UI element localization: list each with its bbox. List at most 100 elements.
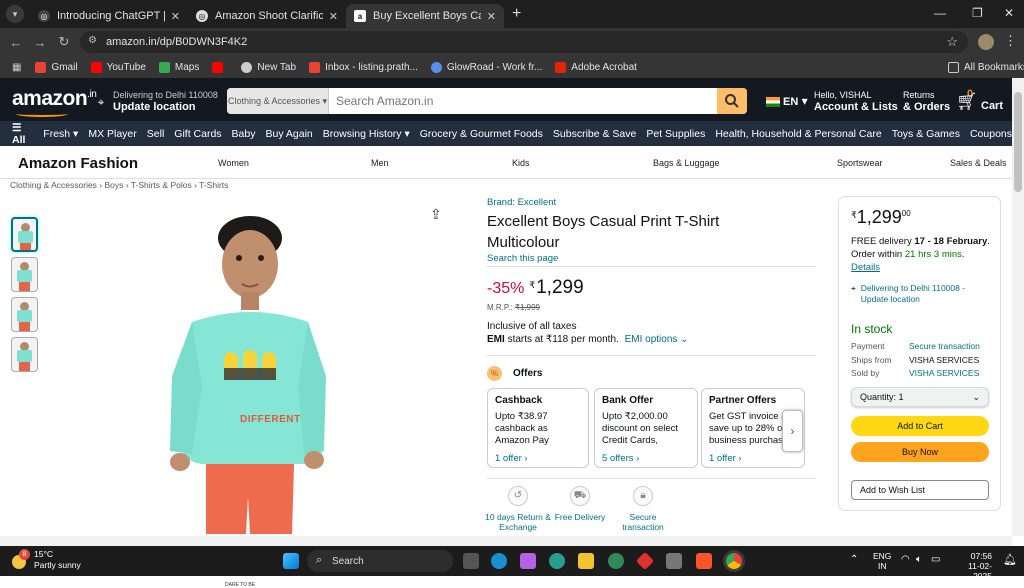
close-tab-icon[interactable]: ✕: [487, 10, 496, 23]
horizontal-scrollbar[interactable]: [0, 536, 1012, 546]
buybox-deliver-to[interactable]: ⌖ Delivering to Delhi 110008 - Update lo…: [851, 283, 993, 305]
bookmark-inbox[interactable]: Inbox - listing.prath...: [309, 61, 418, 73]
tab-search-icon[interactable]: ▾: [6, 5, 24, 23]
account-lists[interactable]: Hello, VISHAL Account & Lists: [814, 89, 898, 113]
add-to-cart-button[interactable]: Add to Cart: [851, 416, 989, 436]
taskbar-search[interactable]: ⌕ Search: [307, 550, 453, 572]
language-indicator[interactable]: ENG IN: [873, 551, 891, 571]
share-icon[interactable]: ⇪: [430, 206, 442, 223]
bookmark-glowroad[interactable]: GlowRoad - Work fr...: [430, 61, 542, 73]
file-explorer-icon[interactable]: [578, 553, 594, 569]
search-category-select[interactable]: Clothing & Accessories ▾: [227, 88, 329, 114]
vertical-scrollbar[interactable]: [1012, 78, 1024, 536]
deliver-to[interactable]: ⌖ Delivering to Delhi 110008 Update loca…: [98, 89, 218, 113]
all-menu-button[interactable]: ☰ All: [12, 122, 33, 146]
notification-bell-icon[interactable]: 🔔︎: [1003, 553, 1017, 566]
bookmark-youtube[interactable]: YouTube: [90, 61, 146, 73]
bookmark-gmail[interactable]: Gmail: [35, 61, 78, 73]
offer-card-cashback[interactable]: Cashback Upto ₹38.97 cashback as Amazon …: [487, 388, 589, 468]
nav-health[interactable]: Health, Household & Personal Care: [715, 128, 881, 140]
url-input[interactable]: ⚙ amazon.in/dp/B0DWN3F4K2 ☆: [80, 31, 968, 53]
feature-returns[interactable]: ↺ 10 days Return & Exchange: [485, 486, 551, 532]
app-icon[interactable]: [635, 551, 655, 571]
nav-toys[interactable]: Toys & Games: [892, 128, 960, 140]
fashion-link-sales[interactable]: Sales & Deals: [950, 158, 1007, 168]
bookmark-maps[interactable]: Maps: [158, 61, 199, 73]
forward-icon[interactable]: →: [28, 35, 52, 50]
tab-amazon-product[interactable]: a Buy Excellent Boys Casual Print ✕: [346, 4, 504, 28]
close-window-icon[interactable]: ✕: [1004, 6, 1014, 20]
offer-link[interactable]: 1 offer ›: [495, 453, 581, 465]
bookmark-acrobat[interactable]: Adobe Acrobat: [555, 61, 637, 73]
nav-fresh[interactable]: Fresh ▾: [43, 128, 78, 140]
thumbnail-2[interactable]: [11, 257, 38, 292]
language-selector[interactable]: EN ▾: [766, 95, 808, 108]
copilot-icon[interactable]: [520, 553, 536, 569]
feature-free-delivery[interactable]: ⛟ Free Delivery: [547, 486, 613, 522]
buy-now-button[interactable]: Buy Now: [851, 442, 989, 462]
profile-avatar[interactable]: [978, 34, 994, 50]
brand-link[interactable]: Brand: Excellent: [487, 197, 556, 208]
search-input[interactable]: [329, 88, 717, 114]
task-view-icon[interactable]: [463, 553, 479, 569]
offer-link[interactable]: 1 offer ›: [709, 453, 797, 465]
offer-link[interactable]: 5 offers ›: [602, 453, 690, 465]
fashion-link-men[interactable]: Men: [371, 158, 389, 168]
fashion-link-bags[interactable]: Bags & Luggage: [653, 158, 720, 168]
nav-gift-cards[interactable]: Gift Cards: [174, 128, 221, 140]
battery-icon[interactable]: ▭: [931, 554, 940, 565]
fashion-link-kids[interactable]: Kids: [512, 158, 530, 168]
fashion-link-women[interactable]: Women: [218, 158, 249, 168]
search-button[interactable]: [717, 88, 747, 114]
nav-mx-player[interactable]: MX Player: [88, 128, 136, 140]
nav-subscribe-save[interactable]: Subscribe & Save: [553, 128, 636, 140]
wifi-icon[interactable]: ◠: [901, 554, 910, 565]
clock[interactable]: 07:56 11-02-2025: [952, 551, 992, 581]
menu-icon[interactable]: ⋮: [1004, 33, 1017, 49]
quantity-select[interactable]: Quantity: 1 ⌄: [851, 387, 989, 407]
reload-icon[interactable]: ↻: [52, 34, 76, 50]
product-main-image[interactable]: ⇪ DARE TO BE DIFFERENT: [42, 196, 456, 588]
add-to-wishlist-button[interactable]: Add to Wish List: [851, 480, 989, 500]
nav-pet-supplies[interactable]: Pet Supplies: [646, 128, 705, 140]
site-settings-icon[interactable]: ⚙: [88, 35, 97, 46]
nav-coupons[interactable]: Coupons: [970, 128, 1012, 140]
breadcrumb[interactable]: Clothing & Accessories › Boys › T-Shirts…: [10, 180, 228, 190]
windows-start-icon[interactable]: [283, 553, 299, 569]
weather-widget[interactable]: 8 15°C Partly sunny: [12, 549, 81, 571]
brave-icon[interactable]: [696, 553, 712, 569]
app-icon[interactable]: [666, 553, 682, 569]
search-this-page-link[interactable]: Search this page: [487, 253, 558, 264]
app-icon[interactable]: [608, 553, 624, 569]
chevron-up-icon[interactable]: ⌃: [850, 554, 858, 565]
chrome-icon[interactable]: [726, 553, 742, 569]
thumbnail-3[interactable]: [11, 297, 38, 332]
new-tab-button[interactable]: +: [512, 5, 521, 23]
nav-buy-again[interactable]: Buy Again: [265, 128, 312, 140]
returns-orders[interactable]: Returns & Orders: [903, 89, 950, 113]
nav-sell[interactable]: Sell: [147, 128, 165, 140]
nav-grocery[interactable]: Grocery & Gourmet Foods: [420, 128, 543, 140]
nav-browsing-history[interactable]: Browsing History ▾: [323, 128, 410, 140]
back-icon[interactable]: ←: [4, 35, 28, 50]
fashion-link-sportswear[interactable]: Sportswear: [837, 158, 883, 168]
bookmark-star-icon[interactable]: ☆: [946, 34, 958, 50]
volume-icon[interactable]: 🔈︎: [916, 554, 922, 565]
apps-grid-icon[interactable]: ▦: [12, 62, 21, 73]
app-icon[interactable]: [549, 553, 565, 569]
feature-secure[interactable]: 🔒︎ Secure transaction: [610, 486, 676, 532]
close-tab-icon[interactable]: ✕: [171, 10, 180, 23]
all-bookmarks[interactable]: All Bookmarks: [948, 61, 1024, 73]
tab-amazon-shoot[interactable]: ◎ Amazon Shoot Clarification ✕: [188, 4, 346, 28]
tab-chatgpt[interactable]: ◎ Introducing ChatGPT | OpenAI ✕: [30, 4, 188, 28]
amazon-logo[interactable]: amazon.in: [12, 87, 97, 117]
amazon-fashion-title[interactable]: Amazon Fashion: [18, 155, 138, 172]
thumbnail-4[interactable]: [11, 337, 38, 372]
offers-next-arrow-icon[interactable]: ›: [782, 410, 803, 452]
bookmark-new-tab[interactable]: New Tab: [241, 61, 296, 73]
thumbnail-1[interactable]: [11, 217, 38, 252]
offer-card-bank[interactable]: Bank Offer Upto ₹2,000.00 discount on se…: [594, 388, 698, 468]
close-tab-icon[interactable]: ✕: [329, 10, 338, 23]
restore-icon[interactable]: ❐: [972, 6, 983, 20]
details-link[interactable]: Details: [851, 262, 880, 273]
